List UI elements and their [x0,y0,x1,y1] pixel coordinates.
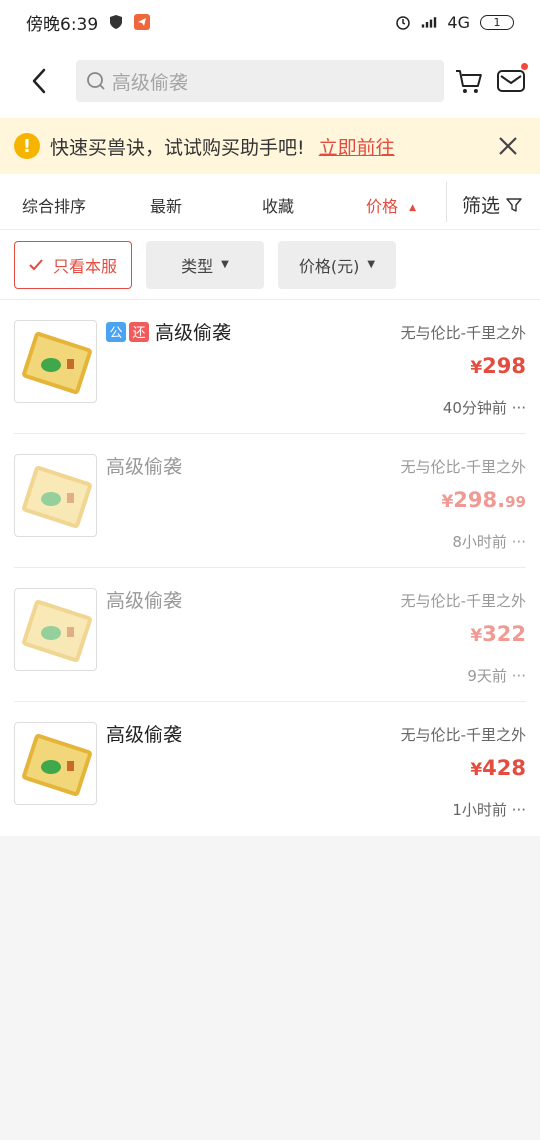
message-button[interactable] [496,63,528,96]
search-icon [86,72,105,90]
type-label: 类型 [181,256,214,276]
filter-chips: 只看本服 类型 ▼ 价格(元) ▼ [0,230,540,300]
back-button[interactable] [26,66,52,96]
item-title-text: 高级偷袭 [106,456,183,478]
price-value: 298 [482,354,526,378]
funnel-icon [506,197,522,212]
sort-price[interactable]: 价格 ▲ [366,193,416,217]
currency-symbol: ¥ [470,626,483,646]
item-time[interactable]: 40分钟前 ··· [443,397,526,418]
signal-icon [422,17,437,28]
item-title: 高级偷袭 [106,452,182,479]
price-decimal: 99 [505,493,526,511]
currency-symbol: ¥ [470,760,483,780]
sort-bar: 综合排序 最新 收藏 价格 ▲ 筛选 [0,174,540,230]
sort-asc-icon: ▲ [409,202,417,213]
notice-text: 快速买兽诀，试试购买助手吧! [50,136,305,159]
close-icon[interactable] [496,134,520,158]
item-server: 无与伦比-千里之外 [400,592,526,610]
top-area: 傍晚6:39 4G 1 高级偷袭 [0,0,540,118]
notice-link[interactable]: 立即前往 [319,133,395,160]
sort-comprehensive[interactable]: 综合排序 [22,193,86,217]
warning-icon: ! [14,133,40,159]
item-title: 公 还 高级偷袭 [106,318,231,345]
status-time: 傍晚6:39 [26,14,99,35]
sort-newest[interactable]: 最新 [150,193,182,217]
list-item[interactable]: 高级偷袭 无与伦比-千里之外 ¥322 9天前 ··· [14,568,526,702]
item-title: 高级偷袭 [106,720,182,747]
filter-button[interactable]: 筛选 [462,191,522,218]
scroll-icon [22,733,92,797]
item-price: ¥298 [470,354,526,378]
item-server: 无与伦比-千里之外 [400,458,526,476]
sort-divider [446,182,447,222]
item-time[interactable]: 1小时前 ··· [452,799,526,820]
shield-icon [110,15,123,29]
scroll-icon [22,599,92,663]
item-thumbnail [14,588,97,671]
dropdown-arrow-icon: ▼ [221,259,229,270]
battery-icon: 1 [480,14,514,30]
item-list: 公 还 高级偷袭 无与伦比-千里之外 ¥298 40分钟前 ··· 高级偷袭 无… [0,300,540,836]
cart-icon[interactable] [454,66,484,96]
scroll-icon [22,465,92,529]
sort-favorites[interactable]: 收藏 [262,193,294,217]
list-item[interactable]: 高级偷袭 无与伦比-千里之外 ¥428 1小时前 ··· [14,702,526,836]
currency-symbol: ¥ [441,492,454,512]
unread-dot [521,63,528,70]
item-title-text: 高级偷袭 [106,590,183,612]
alarm-icon [396,16,411,30]
item-server: 无与伦比-千里之外 [400,726,526,744]
item-thumbnail [14,454,97,537]
item-time[interactable]: 9天前 ··· [467,665,526,686]
list-item[interactable]: 高级偷袭 无与伦比-千里之外 ¥298.99 8小时前 ··· [14,434,526,568]
item-price: ¥428 [470,756,526,780]
item-time[interactable]: 8小时前 ··· [452,531,526,552]
item-price: ¥322 [470,622,526,646]
only-this-server-label: 只看本服 [52,256,117,276]
price-label: 价格(元) [298,256,360,276]
sort-price-label: 价格 [366,197,399,216]
search-input[interactable]: 高级偷袭 [75,60,445,102]
only-this-server-chip[interactable]: 只看本服 [14,240,132,289]
price-value: 322 [482,622,526,646]
public-tag: 公 [106,321,126,342]
notice-banner: ! 快速买兽诀，试试购买助手吧! 立即前往 [0,118,540,174]
app-notification-icon [134,14,151,30]
chevron-left-icon [32,68,46,94]
type-dropdown[interactable]: 类型 ▼ [146,240,264,289]
scroll-icon [22,331,92,395]
mail-icon [497,70,525,92]
filter-label: 筛选 [462,195,501,217]
currency-symbol: ¥ [470,358,483,378]
return-tag: 还 [129,321,149,342]
search-header: 高级偷袭 [0,44,540,118]
price-value: 298. [453,488,506,512]
item-title-text: 高级偷袭 [155,322,232,344]
search-placeholder: 高级偷袭 [111,71,188,94]
item-thumbnail [14,320,97,403]
price-dropdown[interactable]: 价格(元) ▼ [278,240,396,289]
network-type: 4G [447,12,470,32]
battery-level: 1 [493,15,501,29]
item-thumbnail [14,722,97,805]
price-value: 428 [482,756,526,780]
check-icon [29,258,43,270]
item-title: 高级偷袭 [106,586,182,613]
item-title-text: 高级偷袭 [106,724,183,746]
status-bar: 傍晚6:39 4G 1 [0,0,540,44]
dropdown-arrow-icon: ▼ [367,259,376,270]
item-server: 无与伦比-千里之外 [400,324,526,342]
item-price: ¥298.99 [441,488,526,512]
list-item[interactable]: 公 还 高级偷袭 无与伦比-千里之外 ¥298 40分钟前 ··· [14,300,526,434]
